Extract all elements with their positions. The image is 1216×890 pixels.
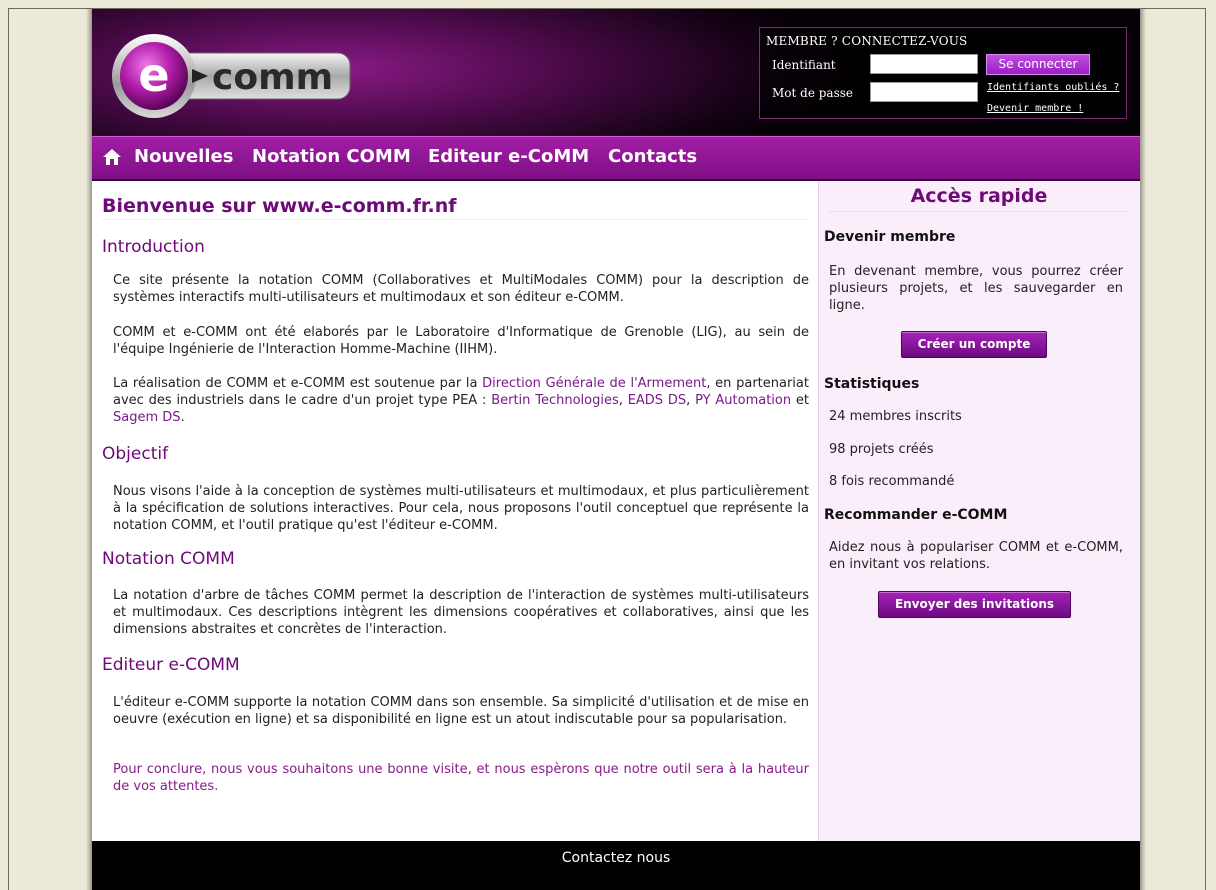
link-sagem[interactable]: Sagem DS xyxy=(113,410,181,425)
stat-members: 24 membres inscrits xyxy=(829,409,962,424)
create-account-button[interactable]: Créer un compte xyxy=(901,331,1047,358)
nav-notation-comm[interactable]: Notation COMM xyxy=(252,146,411,167)
logo-letter: e xyxy=(138,48,169,102)
sidebar-member-text: En devenant membre, vous pourrez créer p… xyxy=(829,264,1123,313)
contact-us-link[interactable]: Contactez nous xyxy=(92,850,1140,866)
logo-text: comm xyxy=(212,57,333,98)
notation-paragraph: La notation d'arbre de tâches COMM perme… xyxy=(113,588,809,637)
ecomm-logo[interactable]: e comm xyxy=(108,31,358,123)
editeur-paragraph: L'éditeur e-COMM supporte la notation CO… xyxy=(113,695,809,727)
page-container: e comm MEMBRE ? CONNECTEZ-VOUS Identifia… xyxy=(92,9,1140,890)
home-icon[interactable] xyxy=(102,148,122,166)
forgot-credentials-link[interactable]: Identifiants oubliés ? xyxy=(987,82,1119,93)
login-button[interactable]: Se connecter xyxy=(986,54,1090,75)
stat-recommended: 8 fois recommandé xyxy=(829,474,955,489)
main-nav: Nouvelles Notation COMM Editeur e-CoMM C… xyxy=(92,136,1140,181)
sidebar-title: Accès rapide xyxy=(829,185,1129,212)
page-title: Bienvenue sur www.e-comm.fr.nf xyxy=(102,195,808,220)
heading-objectif: Objectif xyxy=(102,444,169,464)
link-py-automation[interactable]: PY Automation xyxy=(695,393,791,408)
site-footer: Contactez nous xyxy=(92,841,1140,890)
sidebar-heading-member: Devenir membre xyxy=(824,229,956,245)
intro-paragraph-1: Ce site présente la notation COMM (Colla… xyxy=(113,273,809,305)
main-content: Bienvenue sur www.e-comm.fr.nf Introduct… xyxy=(92,181,818,841)
objectif-paragraph: Nous visons l'aide à la conception de sy… xyxy=(113,484,809,533)
heading-notation-comm: Notation COMM xyxy=(102,549,235,569)
intro-paragraph-2: COMM et e-COMM ont été elaborés par le L… xyxy=(113,325,809,357)
login-panel: MEMBRE ? CONNECTEZ-VOUS Identifiant Se c… xyxy=(759,27,1127,119)
nav-editeur-ecomm[interactable]: Editeur e-CoMM xyxy=(428,146,589,167)
heading-introduction: Introduction xyxy=(102,237,205,257)
stat-projects: 98 projets créés xyxy=(829,442,934,457)
link-eads[interactable]: EADS DS xyxy=(628,393,686,408)
nav-contacts[interactable]: Contacts xyxy=(608,146,697,167)
intro-paragraph-3: La réalisation de COMM et e-COMM est sou… xyxy=(113,376,810,425)
link-bertin[interactable]: Bertin Technologies xyxy=(491,393,619,408)
password-input[interactable] xyxy=(870,82,978,102)
send-invitations-button[interactable]: Envoyer des invitations xyxy=(878,591,1071,618)
link-dga[interactable]: Direction Générale de l'Armement xyxy=(482,376,706,391)
nav-nouvelles[interactable]: Nouvelles xyxy=(134,146,233,167)
identifiant-label: Identifiant xyxy=(772,58,836,72)
sidebar-heading-stats: Statistiques xyxy=(824,376,920,392)
heading-editeur-ecomm: Editeur e-COMM xyxy=(102,655,240,675)
sidebar-recommend-text: Aidez nous à populariser COMM et e-COMM,… xyxy=(829,540,1123,572)
password-label: Mot de passe xyxy=(772,86,853,100)
sidebar-quick-access: Accès rapide Devenir membre En devenant … xyxy=(818,181,1140,841)
identifiant-input[interactable] xyxy=(870,54,978,74)
sidebar-heading-recommend: Recommander e-COMM xyxy=(824,507,1008,523)
register-link[interactable]: Devenir membre ! xyxy=(987,103,1083,114)
page-shadow-right xyxy=(1140,9,1146,890)
login-title: MEMBRE ? CONNECTEZ-VOUS xyxy=(766,34,968,48)
site-header: e comm MEMBRE ? CONNECTEZ-VOUS Identifia… xyxy=(92,9,1140,136)
closing-paragraph: Pour conclure, nous vous souhaitons une … xyxy=(113,762,809,794)
